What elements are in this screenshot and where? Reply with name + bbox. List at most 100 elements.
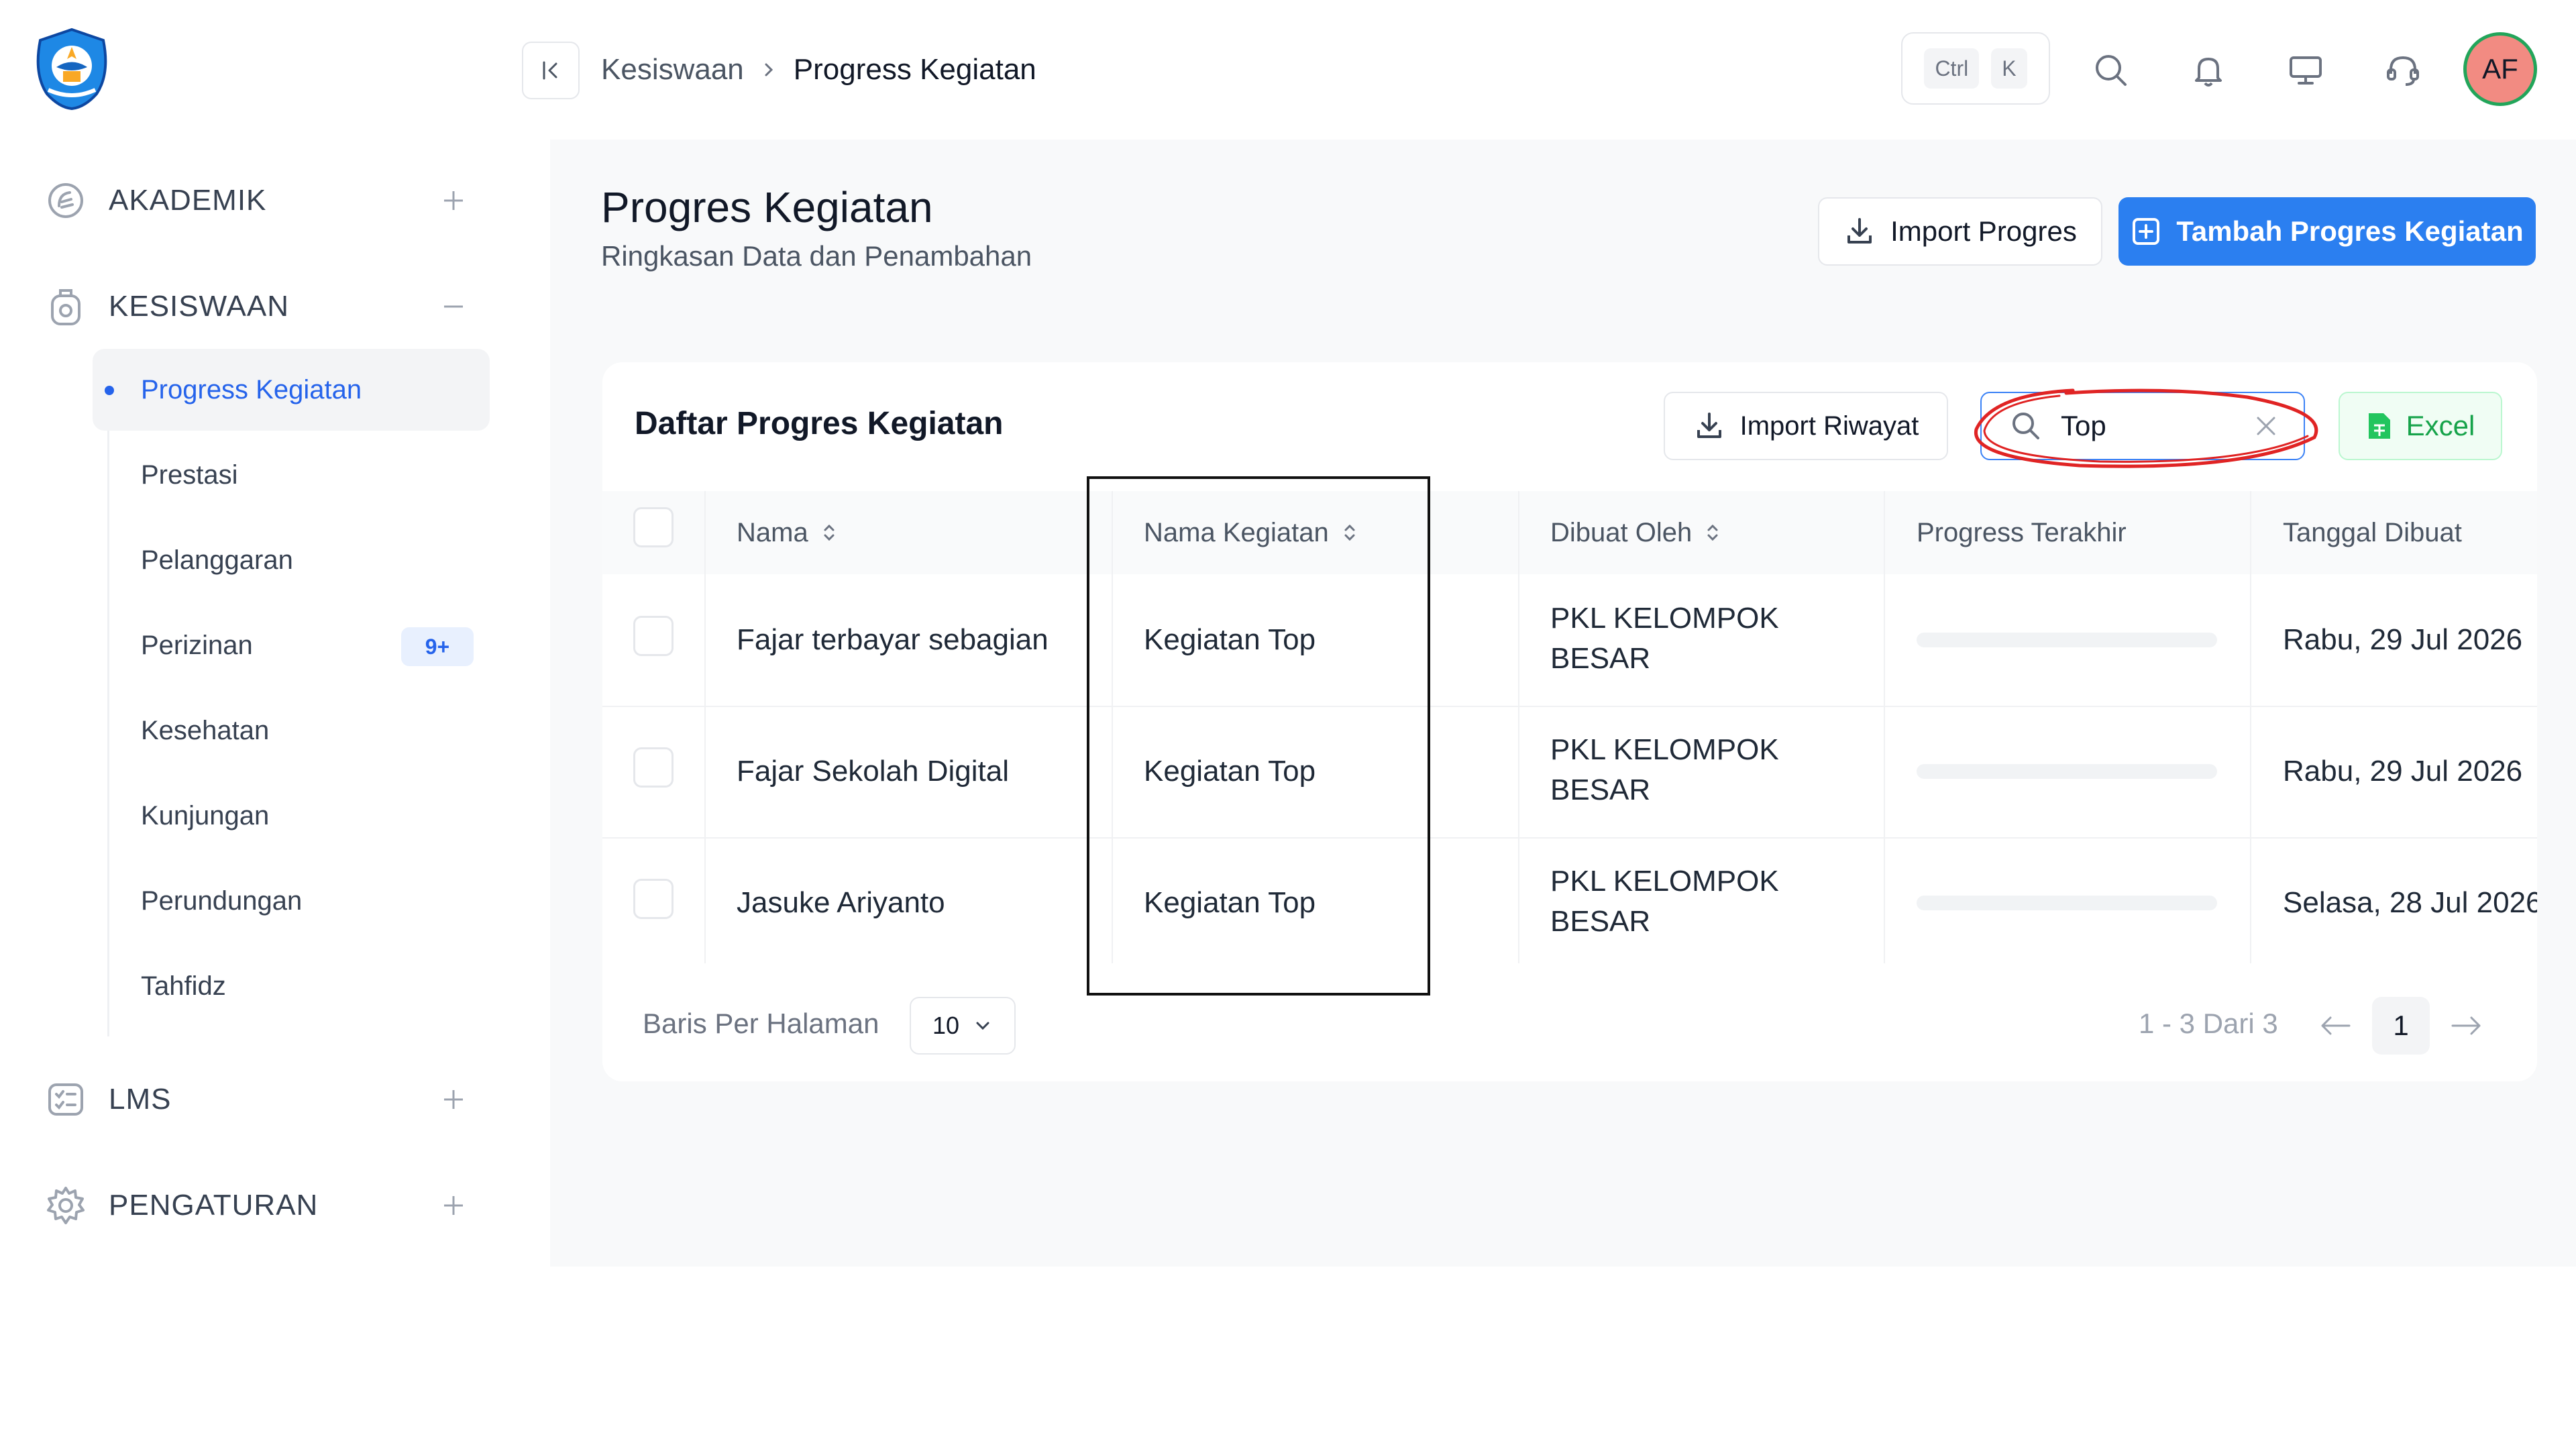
nav-group-lms[interactable]: LMS	[44, 1063, 487, 1136]
cell-tanggal: Rabu, 29 Jul 2026	[2283, 623, 2523, 656]
arrow-right-icon[interactable]	[2447, 1009, 2485, 1042]
pagination-range: 1 - 3 Dari 3	[2139, 1008, 2278, 1039]
sidebar-item-perundungan[interactable]: Perundungan	[93, 860, 490, 942]
cell-nama: Fajar Sekolah Digital	[737, 755, 1009, 788]
column-header-progress-terakhir: Progress Terakhir	[1917, 491, 2127, 574]
nav-group-label: LMS	[109, 1083, 172, 1116]
plus-icon[interactable]	[440, 1192, 467, 1219]
command-palette-shortcut[interactable]: Ctrl K	[1901, 32, 2050, 105]
sort-icon[interactable]	[1704, 521, 1721, 544]
sidebar-item-label: Perizinan	[141, 630, 253, 660]
arrow-left-icon[interactable]	[2317, 1009, 2355, 1042]
sidebar-item-label: Perundungan	[141, 885, 303, 916]
breadcrumb: Kesiswaan Progress Kegiatan	[601, 50, 1036, 90]
chevron-down-icon	[973, 1016, 993, 1036]
download-icon	[1843, 215, 1876, 248]
sidebar-item-prestasi[interactable]: Prestasi	[93, 434, 490, 516]
sidebar-item-label: Kunjungan	[141, 800, 270, 830]
cell-dibuat-oleh: PKL KELOMPOK BESAR	[1550, 598, 1779, 679]
sort-icon[interactable]	[820, 521, 838, 544]
sidebar-item-perizinan[interactable]: Perizinan 9+	[93, 604, 490, 686]
import-progres-label: Import Progres	[1890, 215, 2077, 247]
rows-per-page-label: Baris Per Halaman	[643, 1008, 879, 1039]
card-title: Daftar Progres Kegiatan	[635, 406, 1004, 441]
cell-text-line: BESAR	[1550, 642, 1651, 675]
nav-group-pengaturan[interactable]: PENGATURAN	[44, 1169, 487, 1242]
add-progress-label: Tambah Progres Kegiatan	[2176, 215, 2524, 247]
nav-group-kesiswaan[interactable]: KESISWAAN	[44, 270, 487, 343]
column-header-label: Tanggal Dibuat	[2283, 517, 2462, 547]
cell-dibuat-oleh: PKL KELOMPOK BESAR	[1550, 861, 1779, 942]
annotation-red-circle	[1974, 388, 2318, 468]
cell-text-line: BESAR	[1550, 773, 1651, 806]
import-riwayat-label: Import Riwayat	[1739, 411, 1919, 441]
row-checkbox[interactable]	[633, 747, 674, 788]
sidebar-item-kunjungan[interactable]: Kunjungan	[93, 775, 490, 857]
minus-icon[interactable]	[440, 293, 467, 320]
export-excel-button[interactable]: Excel	[2339, 392, 2502, 460]
monitor-icon[interactable]	[2282, 46, 2330, 94]
cell-tanggal: Selasa, 28 Jul 2026	[2283, 886, 2537, 919]
sidebar-item-kesehatan[interactable]: Kesehatan	[93, 690, 490, 771]
plus-icon[interactable]	[440, 1086, 467, 1113]
annotation-highlight-box	[1087, 476, 1430, 996]
notification-count-badge: 9+	[401, 627, 474, 666]
import-progres-button[interactable]: Import Progres	[1818, 197, 2102, 266]
cell-text-line: PKL KELOMPOK	[1550, 602, 1779, 635]
sidebar-item-label: Prestasi	[141, 460, 238, 490]
column-header-label: Dibuat Oleh	[1550, 517, 1693, 547]
download-icon	[1693, 410, 1725, 442]
sidebar-item-label: Tahfidz	[141, 971, 226, 1001]
sidebar-item-progress-kegiatan[interactable]: Progress Kegiatan	[93, 349, 490, 431]
nav-group-label: KESISWAAN	[109, 290, 289, 323]
sidebar-item-pelanggaran[interactable]: Pelanggaran	[93, 519, 490, 601]
cell-nama: Jasuke Ariyanto	[737, 886, 945, 919]
excel-label: Excel	[2406, 410, 2475, 441]
cell-text-line: BESAR	[1550, 905, 1651, 938]
cell-text-line: PKL KELOMPOK	[1550, 733, 1779, 766]
settings-gear-icon	[44, 1184, 87, 1227]
import-riwayat-button[interactable]: Import Riwayat	[1664, 392, 1948, 460]
column-header-tanggal-dibuat: Tanggal Dibuat	[2283, 491, 2462, 574]
collapse-sidebar-button[interactable]	[522, 42, 580, 99]
column-header-dibuat-oleh[interactable]: Dibuat Oleh	[1550, 491, 1721, 574]
rows-per-page-value: 10	[932, 1012, 960, 1039]
user-avatar[interactable]: AF	[2463, 32, 2537, 106]
search-icon[interactable]	[2086, 46, 2135, 94]
bell-icon[interactable]	[2184, 46, 2233, 94]
sidebar-item-tahfidz[interactable]: Tahfidz	[93, 945, 490, 1027]
sidebar-item-label: Pelanggaran	[141, 545, 293, 575]
column-header-label: Nama	[737, 517, 808, 547]
row-checkbox[interactable]	[633, 879, 674, 919]
cell-nama: Fajar terbayar sebagian	[737, 623, 1049, 656]
rows-per-page-select[interactable]: 10	[910, 997, 1016, 1055]
page-subtitle: Ringkasan Data dan Penambahan	[601, 240, 1032, 272]
plus-icon[interactable]	[440, 187, 467, 214]
cell-text-line: PKL KELOMPOK	[1550, 865, 1779, 898]
progress-bar	[1917, 764, 2217, 779]
breadcrumb-item[interactable]: Kesiswaan	[601, 53, 744, 87]
row-checkbox[interactable]	[633, 616, 674, 656]
add-progress-button[interactable]: Tambah Progres Kegiatan	[2118, 197, 2536, 266]
page-number-button[interactable]: 1	[2372, 997, 2430, 1055]
nav-group-akademik[interactable]: AKADEMIK	[44, 164, 487, 237]
headset-support-icon[interactable]	[2379, 46, 2427, 94]
academic-icon	[44, 179, 87, 222]
shortcut-key: Ctrl	[1924, 48, 1980, 89]
sidebar-item-label: Kesehatan	[141, 715, 270, 745]
progress-bar	[1917, 896, 2217, 910]
shortcut-key: K	[1991, 48, 2027, 89]
plus-square-icon	[2131, 216, 2161, 247]
breadcrumb-current: Progress Kegiatan	[793, 53, 1036, 86]
nav-group-label: PENGATURAN	[109, 1189, 319, 1222]
collapse-left-icon	[537, 57, 564, 84]
tut-wuri-handayani-logo[interactable]	[30, 27, 114, 111]
select-all-checkbox[interactable]	[633, 507, 674, 547]
column-header-nama[interactable]: Nama	[737, 491, 838, 574]
nav-group-label: AKADEMIK	[109, 184, 267, 217]
lms-icon	[44, 1078, 87, 1121]
cell-tanggal: Rabu, 29 Jul 2026	[2283, 755, 2523, 788]
page-title: Progres Kegiatan	[601, 183, 933, 231]
chevron-right-icon	[759, 60, 779, 80]
sidebar-item-label: Progress Kegiatan	[141, 374, 362, 405]
